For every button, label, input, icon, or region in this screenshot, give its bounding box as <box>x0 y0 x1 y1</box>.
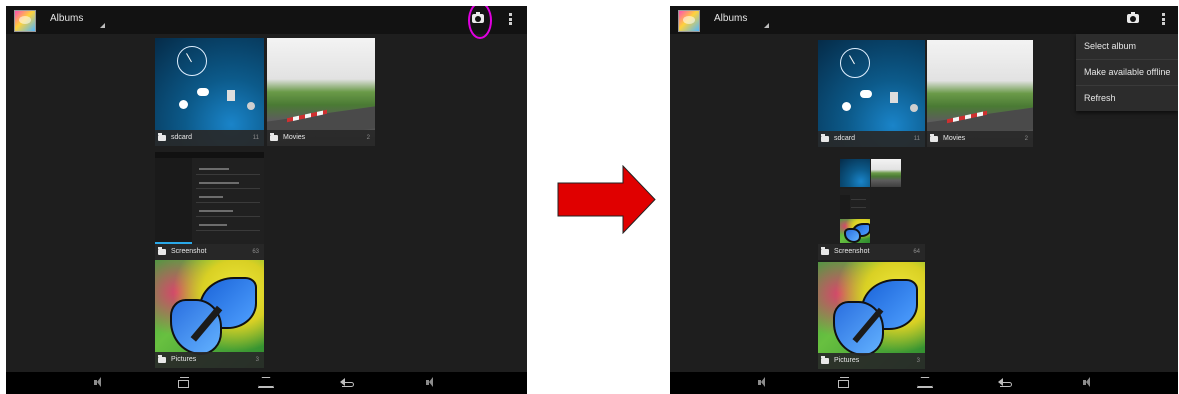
volume-down-icon[interactable] <box>92 377 106 389</box>
folder-icon <box>930 134 938 142</box>
album-name: Pictures <box>171 356 197 363</box>
album-name: Movies <box>283 134 306 141</box>
home-icon[interactable] <box>258 377 274 389</box>
album-count: 11 <box>252 135 259 141</box>
album-tile-pictures[interactable]: Pictures 3 <box>818 262 925 369</box>
album-label: sdcard 11 <box>155 130 264 146</box>
album-label: Pictures 3 <box>155 352 264 368</box>
album-tile-screenshot[interactable]: Screenshot 64 <box>818 153 925 260</box>
recent-apps-icon[interactable] <box>837 377 851 389</box>
album-name: Screenshot <box>834 248 870 255</box>
menu-item-refresh[interactable]: Refresh <box>1076 86 1178 111</box>
album-count: 3 <box>255 357 259 363</box>
album-name: sdcard <box>171 134 193 141</box>
albums-title[interactable]: Albums <box>714 13 747 24</box>
album-label: Pictures 3 <box>818 353 925 369</box>
album-tile-movies[interactable]: Movies 2 <box>927 40 1033 147</box>
album-name: sdcard <box>834 135 856 142</box>
album-count: 2 <box>1024 136 1028 142</box>
action-bar: Albums <box>670 6 1178 34</box>
album-label: sdcard 11 <box>818 131 925 147</box>
system-nav-bar <box>6 372 527 394</box>
album-tile-sdcard[interactable]: sdcard 11 <box>155 38 264 146</box>
album-name: Screenshot <box>171 248 207 255</box>
albums-title[interactable]: Albums <box>50 13 83 24</box>
album-label: Screenshot 63 <box>155 244 264 260</box>
folder-icon <box>158 247 166 255</box>
home-icon[interactable] <box>917 377 933 389</box>
recent-apps-icon[interactable] <box>177 377 191 389</box>
mini-thumb-movies <box>871 159 901 187</box>
album-label: Screenshot 64 <box>818 244 925 260</box>
overflow-menu-icon[interactable] <box>509 13 512 25</box>
gallery-app-icon[interactable] <box>678 10 700 32</box>
album-label: Movies 2 <box>267 130 375 146</box>
album-count: 11 <box>913 136 920 142</box>
volume-up-icon[interactable] <box>1081 377 1095 389</box>
camera-icon[interactable] <box>1127 12 1139 23</box>
album-name: Movies <box>943 135 966 142</box>
folder-icon <box>821 356 829 364</box>
album-count: 64 <box>913 249 920 255</box>
mini-thumb-sdcard <box>840 159 870 187</box>
dropdown-indicator-icon <box>100 23 105 28</box>
album-tile-pictures[interactable]: Pictures 3 <box>155 260 264 368</box>
dropdown-indicator-icon <box>764 23 769 28</box>
back-icon[interactable] <box>998 377 1012 389</box>
album-tile-screenshot[interactable]: Screenshot 63 <box>155 152 264 260</box>
folder-icon <box>270 133 278 141</box>
album-tile-movies[interactable]: Movies 2 <box>267 38 375 146</box>
action-bar: Albums <box>6 6 527 39</box>
overflow-menu: Select album Make available offline Refr… <box>1076 34 1178 111</box>
back-icon[interactable] <box>340 377 354 389</box>
mini-thumb-pictures <box>840 219 870 243</box>
gallery-screen-after: Albums sdcard 11 Movies 2 Screenshot 64 <box>670 6 1178 394</box>
album-name: Pictures <box>834 357 860 364</box>
volume-up-icon[interactable] <box>424 377 438 389</box>
menu-item-make-available-offline[interactable]: Make available offline <box>1076 60 1178 86</box>
overflow-menu-icon[interactable] <box>1162 13 1165 25</box>
folder-icon <box>158 133 166 141</box>
album-count: 3 <box>916 358 920 364</box>
camera-highlight-circle <box>468 6 492 39</box>
system-nav-bar <box>670 372 1178 394</box>
album-count: 2 <box>366 135 370 141</box>
menu-item-select-album[interactable]: Select album <box>1076 34 1178 60</box>
album-label: Movies 2 <box>927 131 1033 147</box>
album-tile-sdcard[interactable]: sdcard 11 <box>818 40 925 147</box>
album-count: 63 <box>252 249 259 255</box>
transition-arrow-icon <box>557 165 656 234</box>
volume-down-icon[interactable] <box>756 377 770 389</box>
gallery-app-icon[interactable] <box>14 10 36 32</box>
folder-icon <box>158 355 166 363</box>
folder-icon <box>821 247 829 255</box>
folder-icon <box>821 134 829 142</box>
mini-thumb-screenshot <box>840 189 870 219</box>
gallery-screen-before: Albums sdcard 11 Movies 2 Screenshot 63 … <box>6 6 527 394</box>
